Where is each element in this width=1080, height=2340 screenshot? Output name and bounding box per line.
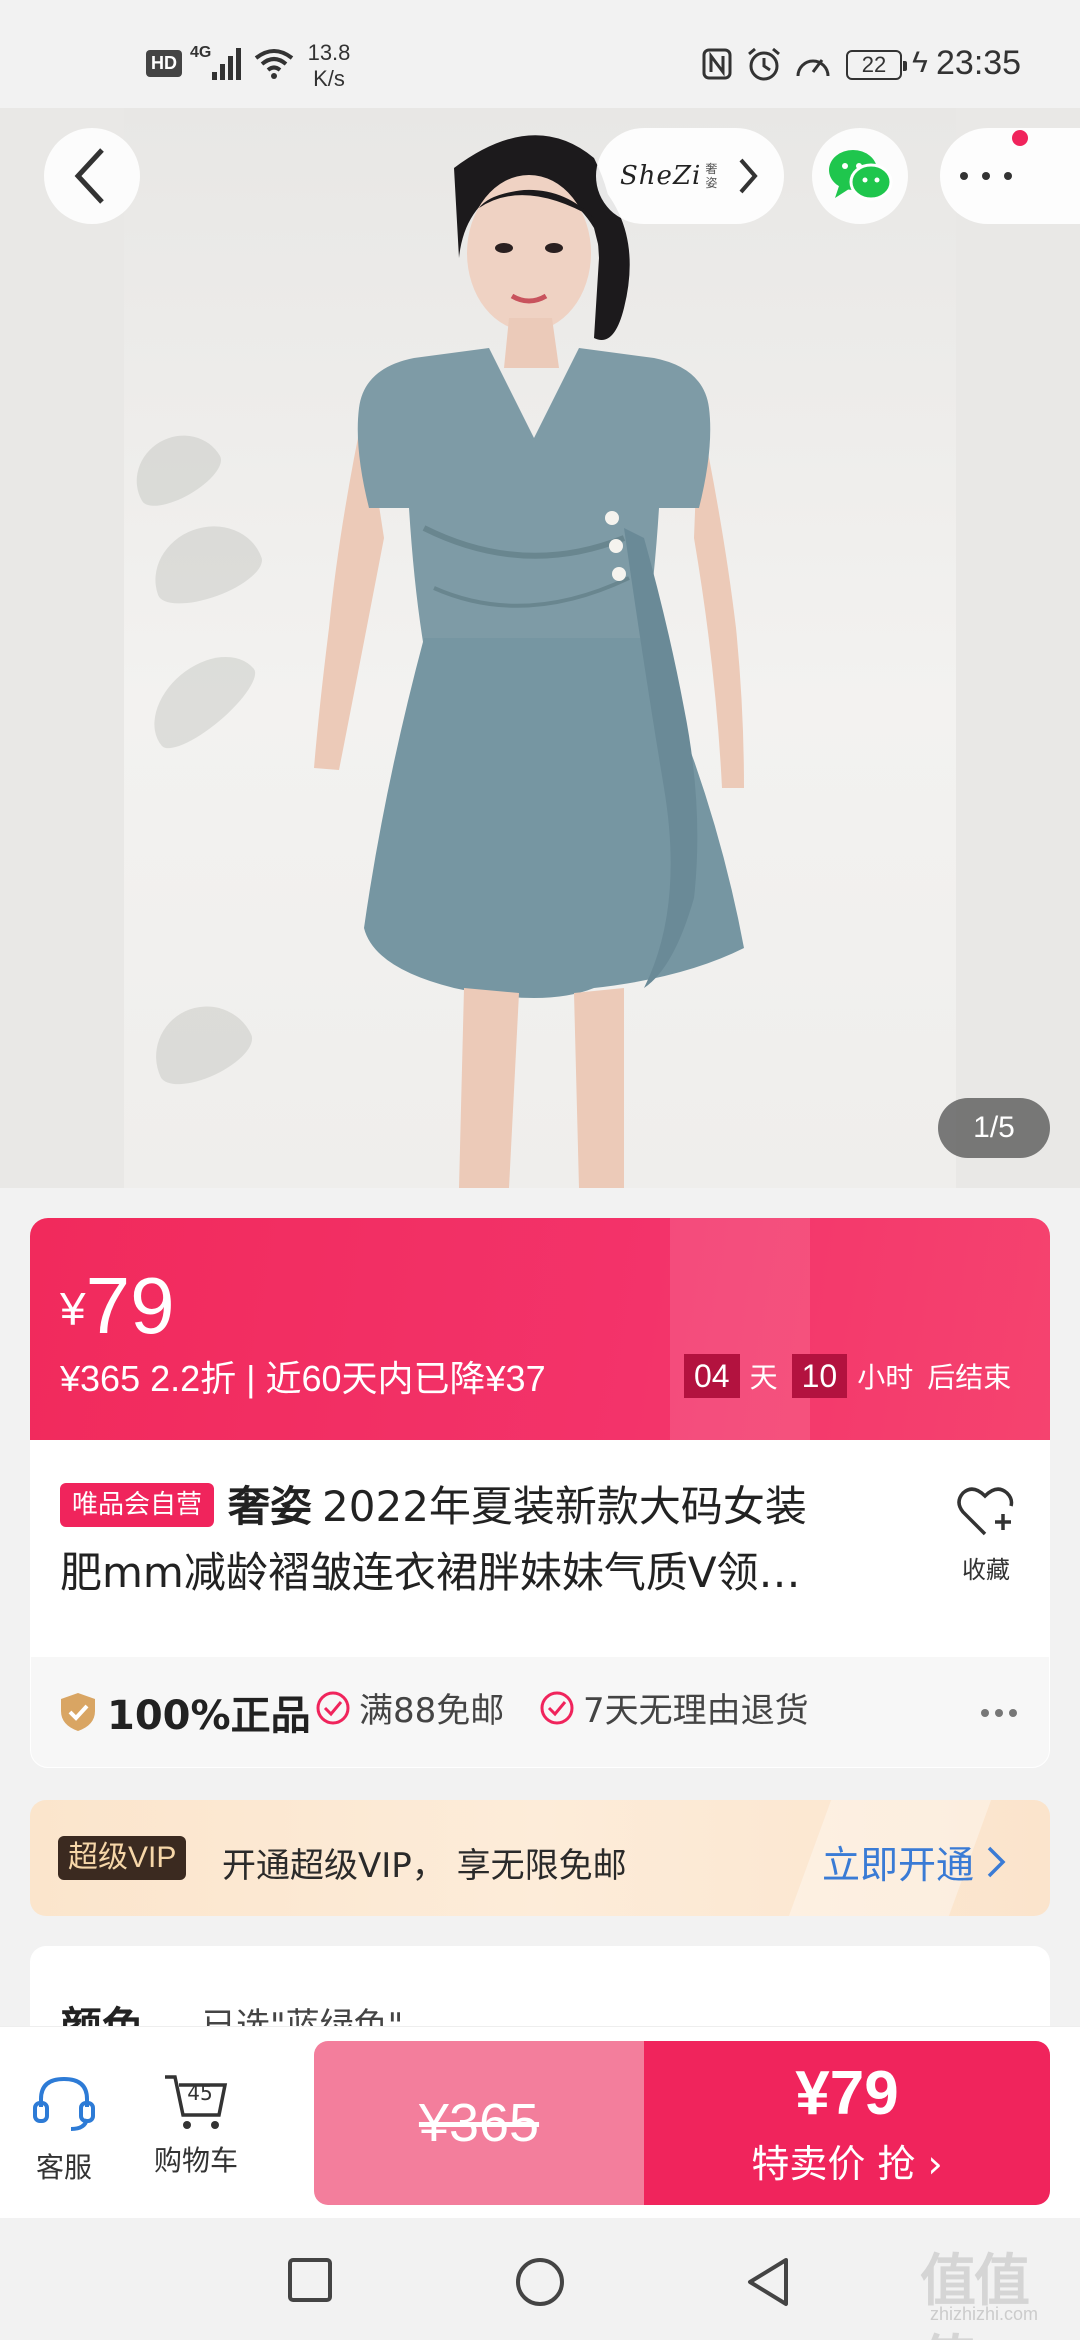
alarm-icon <box>748 47 780 81</box>
authentic-label: 100%正品 <box>107 1693 311 1739</box>
chevron-right-icon <box>987 1846 1006 1877</box>
cart-label: 购物车 <box>153 2144 238 2177</box>
customer-service-button[interactable]: 客服 <box>14 2073 114 2186</box>
charging-icon: ϟ <box>912 46 928 79</box>
network-speed: 13.8 K/s <box>304 40 354 92</box>
price-history-line: ¥365 2.2折 | 近60天内已降¥37 <box>60 1358 546 1399</box>
cart-count: 45 <box>187 2081 213 2105</box>
cart-button[interactable]: 45 购物车 <box>146 2073 246 2179</box>
original-price-button[interactable]: ¥365 <box>314 2041 644 2205</box>
countdown-suffix: 后结束 <box>927 1361 1012 1394</box>
check-circle-icon <box>316 1691 350 1724</box>
favorite-label: 收藏 <box>962 1556 1010 1584</box>
signal-icon <box>212 48 241 80</box>
speed-unit: K/s <box>313 66 345 91</box>
banner-sheen <box>670 1218 810 1440</box>
buy-now-text: 特卖价 抢 <box>751 2142 916 2186</box>
check-circle-icon <box>540 1691 574 1724</box>
countdown-days: 04 <box>684 1354 740 1398</box>
self-operated-badge: 唯品会自营 <box>60 1483 215 1527</box>
buy-now-label: 特卖价 抢 › <box>751 2142 943 2186</box>
clock: 23:35 <box>936 44 1022 82</box>
more-icon[interactable] <box>981 1709 1023 1717</box>
heart-plus-icon <box>957 1487 1014 1536</box>
super-vip-text: 开通超级VIP， 享无限免邮 <box>222 1846 627 1886</box>
countdown-hours: 10 <box>791 1354 848 1398</box>
countdown-days-unit: 天 <box>749 1361 778 1394</box>
back-icon <box>74 148 104 204</box>
open-vip-link[interactable]: 立即开通 <box>822 1834 1008 1889</box>
wechat-icon <box>829 150 893 201</box>
countdown-hours-unit: 小时 <box>857 1361 914 1394</box>
triangle-back-icon[interactable] <box>744 2256 792 2308</box>
meter-icon <box>796 59 830 77</box>
authentic-guarantee: 100%正品 <box>59 1683 311 1741</box>
product-photo-model-dress <box>314 135 744 1188</box>
product-title[interactable]: 唯品会自营 奢姿 2022年夏装新款大码女装 肥mm减龄褶皱连衣裙胖妹妹气质V领… <box>60 1474 940 1606</box>
open-vip-label: 立即开通 <box>822 1843 975 1887</box>
product-title-card: 唯品会自营 奢姿 2022年夏装新款大码女装 肥mm减龄褶皱连衣裙胖妹妹气质V领… … <box>30 1440 1050 1656</box>
free-shipping-guarantee: 满88免邮 <box>315 1683 504 1732</box>
customer-service-label: 客服 <box>35 2151 92 2184</box>
more-button[interactable] <box>940 128 1080 224</box>
brand-logo: SheZi <box>620 161 702 191</box>
image-page-counter: 1/5 <box>938 1098 1050 1158</box>
price-amount: 79 <box>85 1261 175 1350</box>
notification-dot <box>1012 130 1028 146</box>
shield-icon <box>61 1693 95 1731</box>
price-banner: ¥79 ¥365 2.2折 | 近60天内已降¥37 04 天 10 小时 后结… <box>30 1218 1050 1440</box>
return-label: 7天无理由退货 <box>583 1691 809 1731</box>
super-vip-banner[interactable]: 超级VIP 开通超级VIP， 享无限免邮 立即开通 <box>30 1800 1050 1916</box>
title-line-2: 肥mm减龄褶皱连衣裙胖妹妹气质V领… <box>60 1548 801 1597</box>
sale-countdown: 04 天 10 小时 后结束 <box>684 1354 1011 1398</box>
more-icon <box>960 172 1026 180</box>
purchase-buttons: ¥365 ¥79 特卖价 抢 › <box>314 2041 1050 2205</box>
brand-logo-cn: 奢姿 <box>705 162 718 190</box>
wechat-share-button[interactable] <box>812 128 908 224</box>
return-guarantee: 7天无理由退货 <box>539 1683 809 1732</box>
product-image-carousel[interactable]: SheZi 奢姿 1/5 <box>0 108 1080 1188</box>
buy-now-button[interactable]: ¥79 特卖价 抢 › <box>644 2041 1050 2205</box>
current-price: ¥79 <box>60 1260 175 1352</box>
circle-nav-icon[interactable] <box>514 2256 566 2308</box>
product-brand: 奢姿 <box>228 1482 313 1531</box>
title-line-1: 2022年夏装新款大码女装 <box>322 1482 807 1531</box>
free-shipping-label: 满88免邮 <box>359 1691 505 1731</box>
watermark-url: zhizhizhi.com <box>930 2304 1039 2324</box>
favorite-button[interactable]: 收藏 <box>946 1484 1026 1585</box>
wifi-icon <box>254 49 294 79</box>
bottom-action-bar: 客服 45 购物车 ¥365 ¥79 特卖价 抢 › <box>0 2026 1080 2218</box>
system-navigation-bar <box>0 2218 1080 2340</box>
currency-symbol: ¥ <box>60 1283 86 1335</box>
speed-value: 13.8 <box>307 40 351 65</box>
nfc-icon <box>702 48 732 80</box>
super-vip-tag: 超级VIP <box>58 1836 187 1880</box>
service-guarantees[interactable]: 100%正品 满88免邮 7天无理由退货 <box>30 1656 1050 1768</box>
square-nav-icon[interactable] <box>286 2256 334 2304</box>
sale-price: ¥79 <box>795 2059 899 2128</box>
hd-badge: HD <box>146 50 182 77</box>
headset-icon <box>33 2076 95 2131</box>
back-button[interactable] <box>44 128 140 224</box>
battery-icon: 22 <box>846 50 907 80</box>
status-bar: HD 4G 13.8 K/s 22 ϟ 23:35 <box>0 0 1080 108</box>
chevron-right-icon <box>739 158 758 194</box>
brand-store-button[interactable]: SheZi 奢姿 <box>596 128 784 224</box>
